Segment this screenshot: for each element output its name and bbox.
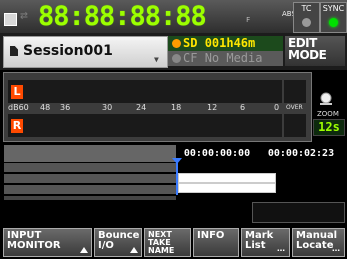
document-icon <box>10 46 18 56</box>
mode-label: EDIT MODE <box>288 36 327 62</box>
sync-label: SYNC <box>322 4 345 13</box>
scale-tick: 6 <box>240 103 246 112</box>
track-1-empty <box>4 163 176 172</box>
session-name: Session001 <box>23 43 113 59</box>
meter-right: R <box>8 114 282 137</box>
playhead[interactable] <box>176 160 178 195</box>
zoom-label: ZOOM <box>317 110 339 118</box>
edit-mode-button[interactable]: EDIT MODE <box>285 36 345 66</box>
media-status: SD 001h46m CF No Media <box>168 36 283 66</box>
track-2-empty <box>4 174 176 183</box>
over-label: OVER <box>286 104 303 111</box>
scale-tick: 36 <box>60 103 71 112</box>
sd-row: SD 001h46m <box>168 36 283 51</box>
meter-left: L <box>8 80 282 103</box>
timeline-start-time: 00:00:00:00 <box>183 148 251 159</box>
scale-tick: 12 <box>207 103 218 112</box>
level-meter: L dB60 48 36 30 24 18 12 6 0 R OVER <box>3 72 312 142</box>
track-3-empty <box>4 185 176 194</box>
mark-list-button[interactable]: Mark List … <box>241 228 290 257</box>
scale-tick: 48 <box>40 103 51 112</box>
scale-tick: dB60 <box>8 103 29 112</box>
sync-led-icon <box>329 18 338 27</box>
cf-status: CF No Media <box>183 51 263 65</box>
meter-scale: dB60 48 36 30 24 18 12 6 0 <box>8 103 282 114</box>
scale-tick: 24 <box>136 103 147 112</box>
chevron-down-icon: ▼ <box>154 55 159 64</box>
over-indicator-right <box>284 114 306 137</box>
timeline-header-bar <box>4 145 176 162</box>
scale-tick: 0 <box>274 103 280 112</box>
track-take-2[interactable] <box>178 183 276 193</box>
channel-left-label: L <box>11 85 23 99</box>
ellipsis-icon: … <box>277 244 285 253</box>
sync-indicator: SYNC <box>320 2 347 33</box>
zoom-knob-icon[interactable] <box>319 92 333 106</box>
timeline-info-box <box>252 202 345 223</box>
tc-indicator: TC <box>293 2 320 33</box>
loop-arrow-icon: ⇄ <box>20 8 28 23</box>
bounce-io-button[interactable]: Bounce I/O <box>94 228 142 257</box>
frame-label: F <box>246 16 251 24</box>
over-indicator-left <box>284 80 306 103</box>
zoom-value[interactable]: 12s <box>313 119 345 136</box>
scale-tick: 18 <box>171 103 182 112</box>
info-button[interactable]: INFO <box>193 228 239 257</box>
timeline-end-time: 00:00:02:23 <box>267 148 335 159</box>
input-monitor-button[interactable]: INPUT MONITOR <box>3 228 92 257</box>
channel-right-label: R <box>11 119 23 133</box>
triangle-up-icon <box>80 247 88 253</box>
ellipsis-icon: … <box>332 244 340 253</box>
scale-tick: 30 <box>102 103 113 112</box>
playhead-marker-icon <box>172 158 182 164</box>
time-counter: 88:88:88:88 <box>38 1 207 32</box>
triangle-up-icon <box>130 247 138 253</box>
tc-label: TC <box>301 4 312 13</box>
sd-led-icon <box>172 39 181 48</box>
next-take-name-button[interactable]: NEXT TAKE NAME <box>144 228 191 257</box>
manual-locate-button[interactable]: Manual Locate … <box>292 228 345 257</box>
session-selector[interactable]: Session001 ▼ <box>3 36 168 68</box>
track-footer <box>4 196 176 200</box>
sd-remaining: SD 001h46m <box>183 36 256 50</box>
cf-led-icon <box>172 54 181 63</box>
tc-led-icon <box>302 18 311 27</box>
track-take-1[interactable] <box>178 173 276 183</box>
stop-square-icon <box>4 13 17 26</box>
